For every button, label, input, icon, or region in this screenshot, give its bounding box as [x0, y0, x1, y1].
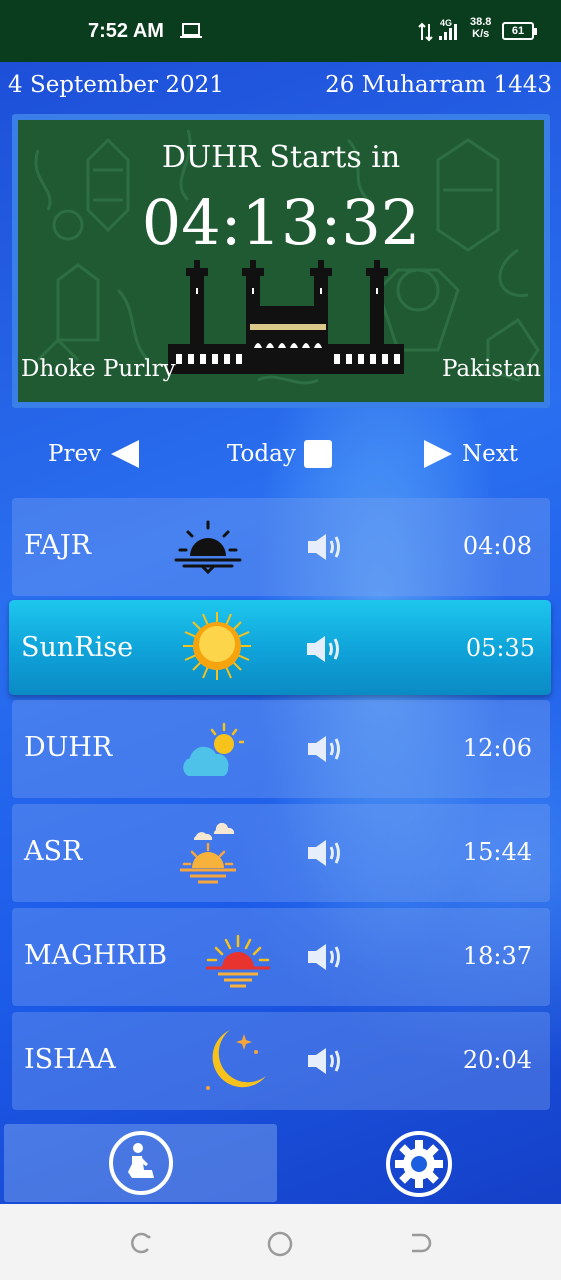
country-name: Pakistan [441, 356, 541, 382]
system-navigation-bar [0, 1204, 561, 1280]
day-navigation: Prev Today Next [0, 432, 561, 476]
prayer-row-maghrib[interactable]: MAGHRIB 18:37 [12, 908, 550, 1006]
prayer-row-duhr[interactable]: DUHR 12:06 [12, 700, 550, 798]
speaker-icon[interactable] [306, 1046, 342, 1076]
prev-label: Prev [48, 441, 102, 467]
speaker-icon[interactable] [305, 634, 341, 664]
speed-value: 38.8 [470, 16, 492, 28]
prayer-row-fajr[interactable]: FAJR 04:08 [12, 498, 550, 596]
prayer-row-asr[interactable]: ASR 15:44 [12, 804, 550, 902]
laptop-icon [180, 22, 202, 45]
battery-indicator: 61 [502, 22, 537, 40]
prayer-name: DUHR [24, 732, 113, 763]
next-label: Next [462, 441, 518, 467]
bottom-bar [0, 1122, 561, 1204]
network-type: 4G [440, 18, 452, 28]
prayer-time: 12:06 [462, 734, 532, 762]
status-time: 7:52 AM [88, 20, 164, 42]
prayer-time: 04:08 [462, 532, 532, 560]
network-speed: 38.8 K/s [470, 16, 491, 40]
home-icon[interactable] [267, 1231, 293, 1257]
prayer-name: ISHAA [24, 1044, 116, 1075]
gear-icon[interactable] [385, 1130, 453, 1198]
today-label: Today [227, 441, 296, 467]
next-prayer-title: DUHR Starts in [161, 140, 401, 175]
prayer-time: 18:37 [462, 942, 532, 970]
back-icon[interactable] [408, 1231, 432, 1255]
square-icon [303, 440, 332, 468]
prayer-name: FAJR [24, 530, 92, 561]
prayer-time: 05:35 [465, 634, 535, 662]
speaker-icon[interactable] [306, 942, 342, 972]
city-name: Dhoke Purlry [21, 356, 176, 382]
prayer-name: SunRise [21, 632, 134, 663]
hijri-date: 26 Muharram 1443 [325, 72, 552, 98]
prayer-time: 20:04 [462, 1046, 532, 1074]
speaker-icon[interactable] [306, 838, 342, 868]
gregorian-date: 4 September 2021 [8, 72, 224, 98]
prayer-row-ishaa[interactable]: ISHAA 20:04 [12, 1012, 550, 1110]
date-row: 4 September 2021 26 Muharram 1443 [0, 72, 561, 106]
prev-day-button[interactable]: Prev [48, 432, 143, 476]
prayer-name: ASR [24, 836, 83, 867]
next-prayer-panel: DUHR Starts in 04:13:32 Dhoke Purlry Pak… [12, 114, 550, 408]
kaaba-mosque-icon [168, 260, 404, 374]
triangle-left-icon [111, 440, 140, 468]
signal-icon: 4G [418, 16, 468, 51]
speaker-icon[interactable] [306, 734, 342, 764]
countdown-timer: 04:13:32 [141, 186, 421, 259]
praying-person-icon [109, 1131, 173, 1195]
sun-cloud-icon [183, 722, 244, 776]
triangle-right-icon [424, 440, 452, 468]
status-bar: 7:52 AM 4G 38.8 K/s 61 [0, 0, 561, 62]
recents-icon[interactable] [128, 1231, 152, 1255]
sun-icon [183, 612, 251, 680]
prayer-time: 15:44 [462, 838, 532, 866]
sunset-clouds-icon [180, 822, 236, 884]
prayer-row-sunrise[interactable]: SunRise 05:35 [9, 600, 551, 695]
today-button[interactable]: Today [227, 432, 334, 476]
prayer-mode-button[interactable] [4, 1124, 277, 1202]
speaker-icon[interactable] [306, 532, 342, 562]
speed-unit: K/s [472, 28, 490, 40]
prayer-name: MAGHRIB [24, 940, 168, 971]
crescent-moon-icon [206, 1030, 266, 1090]
sunset-red-icon [206, 934, 270, 988]
next-day-button[interactable]: Next [420, 432, 518, 476]
dawn-sunrise-icon [174, 520, 242, 575]
